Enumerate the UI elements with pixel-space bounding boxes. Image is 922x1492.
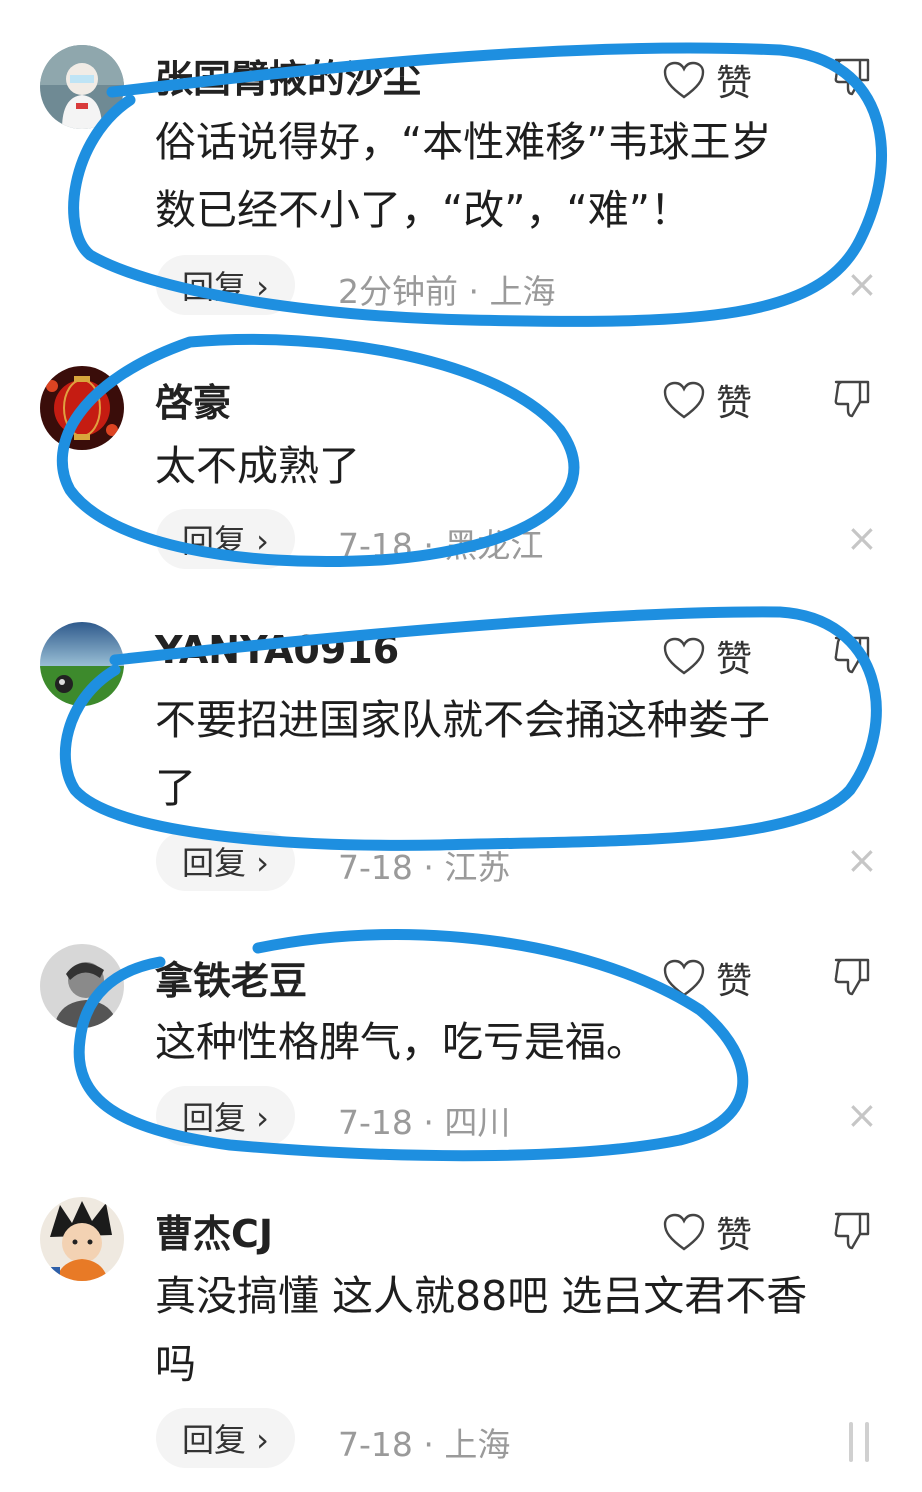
comment-line: 这种性格脾气，吃亏是福。 bbox=[155, 1018, 647, 1066]
dislike-icon[interactable] bbox=[832, 954, 872, 998]
username[interactable]: YANYA0916 bbox=[155, 628, 399, 672]
close-icon[interactable]: × bbox=[846, 838, 878, 882]
username[interactable]: 张国臂掖的沙尘 bbox=[155, 48, 421, 103]
reply-button[interactable]: 回复 › bbox=[156, 255, 295, 315]
like-label: 赞 bbox=[716, 961, 753, 1002]
comment-text: 太不成熟了 bbox=[155, 432, 885, 500]
username[interactable]: 拿铁老豆 bbox=[155, 950, 307, 1005]
like-button[interactable]: 赞 bbox=[662, 374, 752, 426]
heart-icon bbox=[663, 61, 705, 99]
comment-text: 这种性格脾气，吃亏是福。 bbox=[155, 1008, 885, 1076]
like-button[interactable]: 赞 bbox=[662, 1206, 752, 1258]
comment-line: 真没搞懂 这人就88吧 选吕文君不香 bbox=[155, 1272, 808, 1320]
close-icon[interactable]: × bbox=[846, 262, 878, 306]
avatar[interactable] bbox=[40, 366, 124, 450]
comment-line: 了 bbox=[155, 764, 196, 812]
heart-icon bbox=[663, 381, 705, 419]
like-button[interactable]: 赞 bbox=[662, 54, 752, 106]
comment-meta: 7-18 · 四川 bbox=[338, 1103, 511, 1142]
comment-line: 数已经不小了，“改”，“难”！ bbox=[155, 186, 691, 234]
dislike-icon[interactable] bbox=[832, 632, 872, 676]
anime-character-avatar-icon bbox=[40, 1197, 124, 1281]
username[interactable]: 啓豪 bbox=[155, 372, 231, 427]
like-label: 赞 bbox=[716, 1215, 753, 1256]
comment-line: 太不成熟了 bbox=[155, 442, 360, 490]
comment-meta: 7-18 · 黑龙江 bbox=[338, 526, 544, 565]
grayscale-portrait-avatar-icon bbox=[40, 944, 124, 1028]
comment-meta: 2分钟前 · 上海 bbox=[338, 272, 556, 311]
doctor-figure-avatar-icon bbox=[40, 45, 124, 129]
comment-line: 俗话说得好，“本性难移”韦球王岁 bbox=[155, 118, 772, 166]
username[interactable]: 曹杰CJ bbox=[155, 1203, 273, 1258]
comment-text: 真没搞懂 这人就88吧 选吕文君不香 吗 bbox=[155, 1262, 885, 1398]
reply-button[interactable]: 回复 › bbox=[156, 831, 295, 891]
like-label: 赞 bbox=[716, 383, 753, 424]
heart-icon bbox=[663, 637, 705, 675]
scroll-indicator-icon[interactable] bbox=[845, 1422, 875, 1462]
reply-button[interactable]: 回复 › bbox=[156, 1408, 295, 1468]
comment-meta: 7-18 · 江苏 bbox=[338, 848, 511, 887]
close-icon[interactable]: × bbox=[846, 1093, 878, 1137]
heart-icon bbox=[663, 1213, 705, 1251]
avatar[interactable] bbox=[40, 45, 124, 129]
reply-button[interactable]: 回复 › bbox=[156, 1086, 295, 1146]
comment-text: 俗话说得好，“本性难移”韦球王岁 数已经不小了，“改”，“难”！ bbox=[155, 108, 885, 244]
comment-line: 不要招进国家队就不会捅这种娄子 bbox=[155, 696, 770, 744]
comment-text: 不要招进国家队就不会捅这种娄子 了 bbox=[155, 686, 885, 822]
like-label: 赞 bbox=[716, 639, 753, 680]
reply-button[interactable]: 回复 › bbox=[156, 509, 295, 569]
like-label: 赞 bbox=[716, 63, 753, 104]
avatar[interactable] bbox=[40, 1197, 124, 1281]
like-button[interactable]: 赞 bbox=[662, 952, 752, 1004]
avatar[interactable] bbox=[40, 622, 124, 706]
dislike-icon[interactable] bbox=[832, 1208, 872, 1252]
football-field-avatar-icon bbox=[40, 622, 124, 706]
comment-line: 吗 bbox=[155, 1340, 196, 1388]
like-button[interactable]: 赞 bbox=[662, 630, 752, 682]
red-lantern-avatar-icon bbox=[40, 366, 124, 450]
dislike-icon[interactable] bbox=[832, 376, 872, 420]
heart-icon bbox=[663, 959, 705, 997]
close-icon[interactable]: × bbox=[846, 516, 878, 560]
comment-meta: 7-18 · 上海 bbox=[338, 1425, 511, 1464]
avatar[interactable] bbox=[40, 944, 124, 1028]
dislike-icon[interactable] bbox=[832, 54, 872, 98]
